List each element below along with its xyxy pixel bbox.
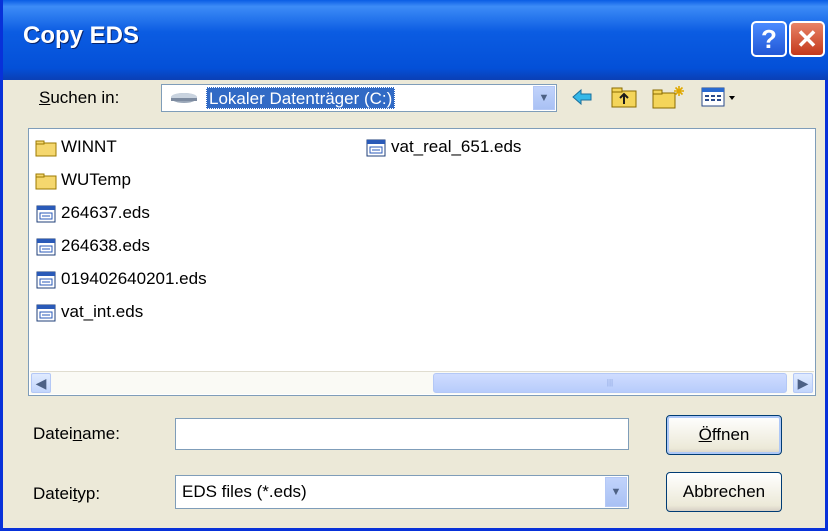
lookin-value: Lokaler Datenträger (C:)	[206, 87, 396, 109]
file-item[interactable]: 264638.eds	[35, 234, 150, 258]
lookin-dropdown-button[interactable]: ▼	[533, 86, 555, 110]
help-button[interactable]: ?	[751, 21, 787, 57]
close-button[interactable]: ✕	[789, 21, 825, 57]
view-menu-icon[interactable]	[699, 84, 739, 110]
scrollbar-thumb[interactable]: |||	[433, 373, 787, 393]
folder-icon	[35, 140, 57, 157]
file-list[interactable]: WINNT WUTemp 264637.eds 264638.eds 019402640…	[28, 128, 816, 396]
file-item-name: 264638.eds	[61, 236, 150, 255]
file-item-name: WUTemp	[61, 170, 131, 189]
file-item[interactable]: vat_real_651.eds	[365, 135, 521, 159]
eds-file-icon	[366, 139, 386, 157]
eds-file-icon	[36, 238, 56, 256]
up-folder-icon[interactable]	[609, 84, 639, 110]
lookin-label: Suchen in:	[39, 88, 120, 107]
cancel-button[interactable]: Abbrechen	[666, 472, 782, 512]
new-folder-icon[interactable]	[651, 84, 687, 110]
scroll-left-button[interactable]: ◀	[31, 373, 51, 393]
folder-icon	[35, 173, 57, 190]
filetype-label: Dateityp:	[33, 484, 101, 503]
title-bar[interactable]: Copy EDS ? ✕	[3, 0, 828, 80]
back-arrow-icon[interactable]	[569, 84, 595, 110]
file-item[interactable]: WINNT	[35, 135, 117, 159]
horizontal-scrollbar[interactable]: ◀ ||| ▶	[30, 371, 814, 394]
file-item[interactable]: 264637.eds	[35, 201, 150, 225]
lookin-combobox[interactable]: Lokaler Datenträger (C:) ▼	[161, 84, 557, 112]
filetype-select[interactable]: EDS files (*.eds) ▼	[175, 475, 629, 509]
filename-input[interactable]	[175, 418, 629, 450]
dialog-title: Copy EDS	[23, 22, 140, 49]
scroll-right-button[interactable]: ▶	[793, 373, 813, 393]
file-item[interactable]: vat_int.eds	[35, 300, 143, 324]
file-dialog: Copy EDS ? ✕ Suchen in: Lokaler Datenträ…	[0, 0, 828, 531]
file-item-name: WINNT	[61, 137, 117, 156]
eds-file-icon	[36, 271, 56, 289]
file-item-name: vat_real_651.eds	[391, 137, 522, 156]
eds-file-icon	[36, 205, 56, 223]
eds-file-icon	[36, 304, 56, 322]
file-item[interactable]: WUTemp	[35, 168, 131, 192]
hard-drive-icon	[171, 93, 197, 103]
filename-label: Dateiname:	[33, 424, 120, 443]
filetype-value: EDS files (*.eds)	[182, 482, 307, 501]
filetype-dropdown-button[interactable]: ▼	[605, 477, 627, 507]
file-item-name: vat_int.eds	[61, 302, 144, 321]
file-item-name: 264637.eds	[61, 203, 150, 222]
file-item[interactable]: 019402640201.eds	[35, 267, 207, 291]
open-button[interactable]: Öffnen	[666, 415, 782, 455]
file-item-name: 019402640201.eds	[61, 269, 207, 288]
